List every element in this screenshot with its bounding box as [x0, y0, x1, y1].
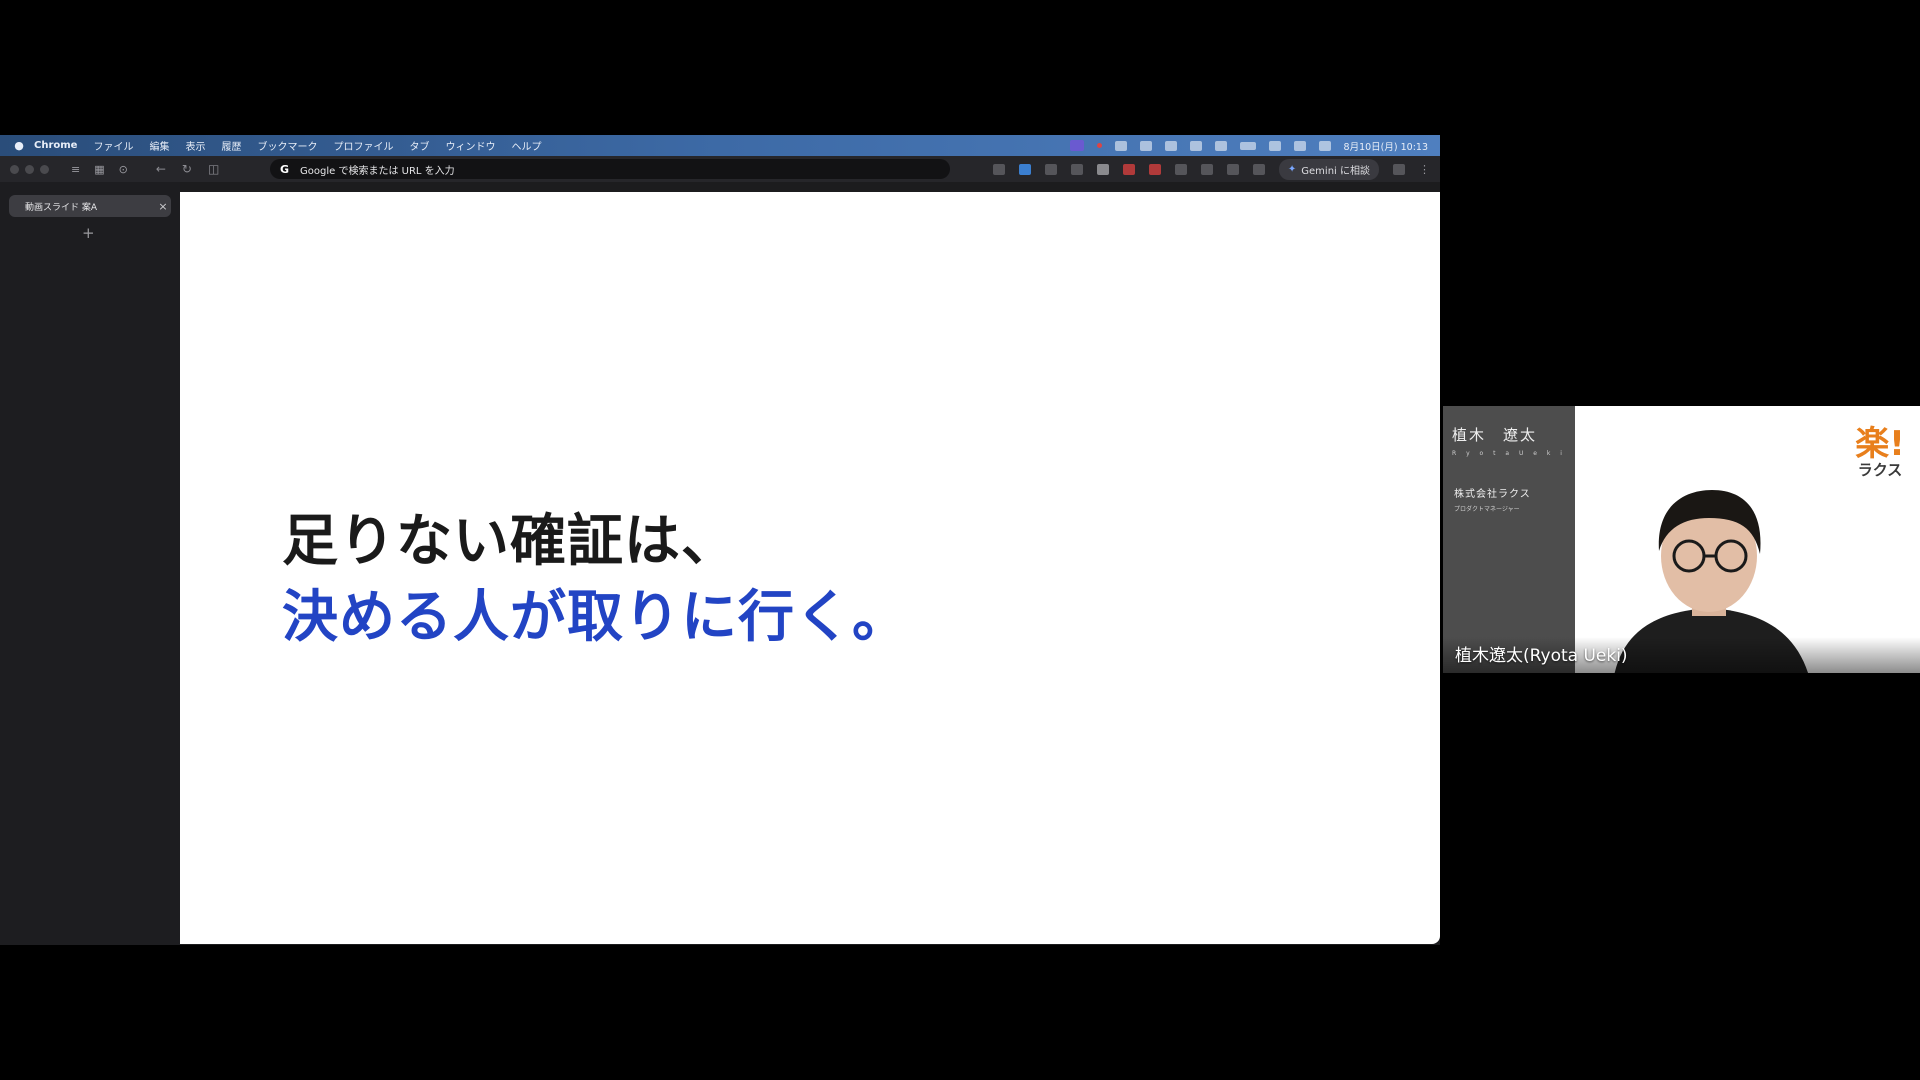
code-icon[interactable]	[1226, 163, 1239, 175]
tab-title: 動画スライド 案A	[25, 202, 98, 213]
back-icon[interactable]: ←	[156, 162, 166, 176]
address-bar[interactable]: G Google で検索または URL を入力	[270, 159, 950, 179]
search-icon[interactable]	[1293, 140, 1306, 151]
new-tab-button[interactable]: +	[82, 224, 95, 242]
menu-file[interactable]: ファイル	[93, 138, 133, 153]
mail-extension-icon[interactable]	[992, 163, 1005, 175]
address-bar-placeholder: Google で検索または URL を入力	[300, 165, 455, 177]
screen-record-icon[interactable]	[1069, 140, 1084, 151]
account-avatar-icon[interactable]	[1393, 163, 1405, 175]
calendar-extension-icon[interactable]	[1018, 163, 1031, 175]
battery-icon[interactable]	[1239, 141, 1256, 150]
menu-profile[interactable]: プロファイル	[333, 138, 393, 153]
puzzle-extension-icon[interactable]	[1200, 163, 1213, 175]
tools-extension-icon[interactable]	[1174, 163, 1187, 175]
menu-window[interactable]: ウィンドウ	[445, 138, 495, 153]
recording-dot-icon	[1096, 143, 1102, 148]
vertical-tab-sidebar: 動画スライド 案A × +	[0, 182, 180, 945]
reload-icon[interactable]: ↻	[182, 162, 192, 176]
gemini-label: Gemini に相談	[1301, 165, 1370, 177]
menubar-clock[interactable]: 8月10日(月) 10:13	[1344, 139, 1428, 153]
document-icon[interactable]	[1139, 140, 1152, 151]
shield-icon[interactable]	[1164, 140, 1177, 151]
menu-bookmarks[interactable]: ブックマーク	[257, 138, 317, 153]
video-caption-bar: 植木遼太(Ryota Ueki)	[1443, 637, 1920, 673]
logo-kanji: 楽!	[1855, 424, 1905, 464]
download-icon[interactable]	[1252, 163, 1265, 175]
split-view-icon[interactable]: ◫	[208, 162, 219, 176]
display-icon[interactable]	[1214, 140, 1227, 151]
close-window-icon[interactable]	[10, 164, 19, 174]
tab-grid-icon[interactable]: ▦	[94, 163, 104, 176]
slide-headline-line2: 決める人が取りに行く。	[282, 585, 909, 650]
profile-icon[interactable]: ⊙	[119, 163, 128, 176]
tab-active[interactable]: 動画スライド 案A ×	[9, 195, 171, 217]
nameplate-company: 株式会社ラクス	[1454, 489, 1531, 500]
participant-name: 植木遼太(Ryota Ueki)	[1455, 646, 1628, 666]
speaker-nameplate: 植木 遼太 R y o t a U e k i 株式会社ラクス プロダクトマネー…	[1443, 406, 1575, 673]
slide-headline-line1: 足りない確証は、	[282, 509, 738, 574]
menu-view[interactable]: 表示	[185, 138, 205, 153]
apple-icon[interactable]: ●	[12, 139, 26, 153]
shared-screen: ● Chrome ファイル 編集 表示 履歴 ブックマーク プロファイル タブ …	[0, 135, 1440, 945]
navigation-buttons: ← ↻ ◫	[156, 162, 219, 176]
gemini-button[interactable]: ✦ Gemini に相談	[1278, 158, 1379, 180]
notes-extension-icon[interactable]	[1096, 163, 1109, 175]
menubar-status-area: 8月10日(月) 10:13	[1069, 139, 1440, 153]
browser-toolbar: ≡ ▦ ⊙ ← ↻ ◫ G Google で検索または URL を入力 ✦ Ge…	[0, 156, 1440, 182]
sidebar-controls: ≡ ▦ ⊙	[71, 163, 128, 176]
nameplate-role: プロダクトマネージャー	[1454, 506, 1520, 513]
pin-icon[interactable]	[1114, 140, 1127, 151]
menu-tab[interactable]: タブ	[409, 138, 429, 153]
menu-edit[interactable]: 編集	[149, 138, 169, 153]
more-menu-icon[interactable]: ⋮	[1419, 163, 1430, 176]
zoom-window-icon[interactable]	[40, 164, 49, 174]
pen-icon[interactable]	[1189, 140, 1202, 151]
logo-kana: ラクス	[1857, 461, 1903, 479]
mask-extension-icon[interactable]	[1070, 163, 1083, 175]
slide-content: 足りない確証は、 決める人が取りに行く。	[180, 192, 1440, 944]
menu-chrome[interactable]: Chrome	[34, 140, 77, 151]
sidebar-toggle-icon[interactable]: ≡	[71, 163, 80, 176]
nameplate-name: 植木 遼太	[1452, 426, 1538, 444]
window-controls	[10, 164, 49, 174]
minimize-window-icon[interactable]	[25, 164, 34, 174]
menu-help[interactable]: ヘルプ	[511, 138, 541, 153]
tab-close-icon[interactable]: ×	[155, 200, 171, 213]
control-center-icon[interactable]	[1318, 140, 1331, 151]
company-logo: 楽! ラクス	[1852, 426, 1908, 478]
google-icon: G	[280, 162, 290, 176]
gemini-star-icon: ✦	[1287, 163, 1297, 175]
nameplate-romaji: R y o t a U e k i	[1452, 450, 1566, 457]
wifi-icon[interactable]	[1268, 140, 1281, 151]
menu-history[interactable]: 履歴	[221, 138, 241, 153]
record-extension-icon[interactable]	[1148, 163, 1161, 175]
participant-video-tile[interactable]: 植木 遼太 R y o t a U e k i 株式会社ラクス プロダクトマネー…	[1443, 406, 1920, 673]
paint-extension-icon[interactable]	[1122, 163, 1135, 175]
lens-extension-icon[interactable]	[1044, 163, 1057, 175]
macos-menubar: ● Chrome ファイル 編集 表示 履歴 ブックマーク プロファイル タブ …	[0, 135, 1440, 156]
toolbar-extensions: ✦ Gemini に相談 ⋮	[992, 158, 1430, 180]
